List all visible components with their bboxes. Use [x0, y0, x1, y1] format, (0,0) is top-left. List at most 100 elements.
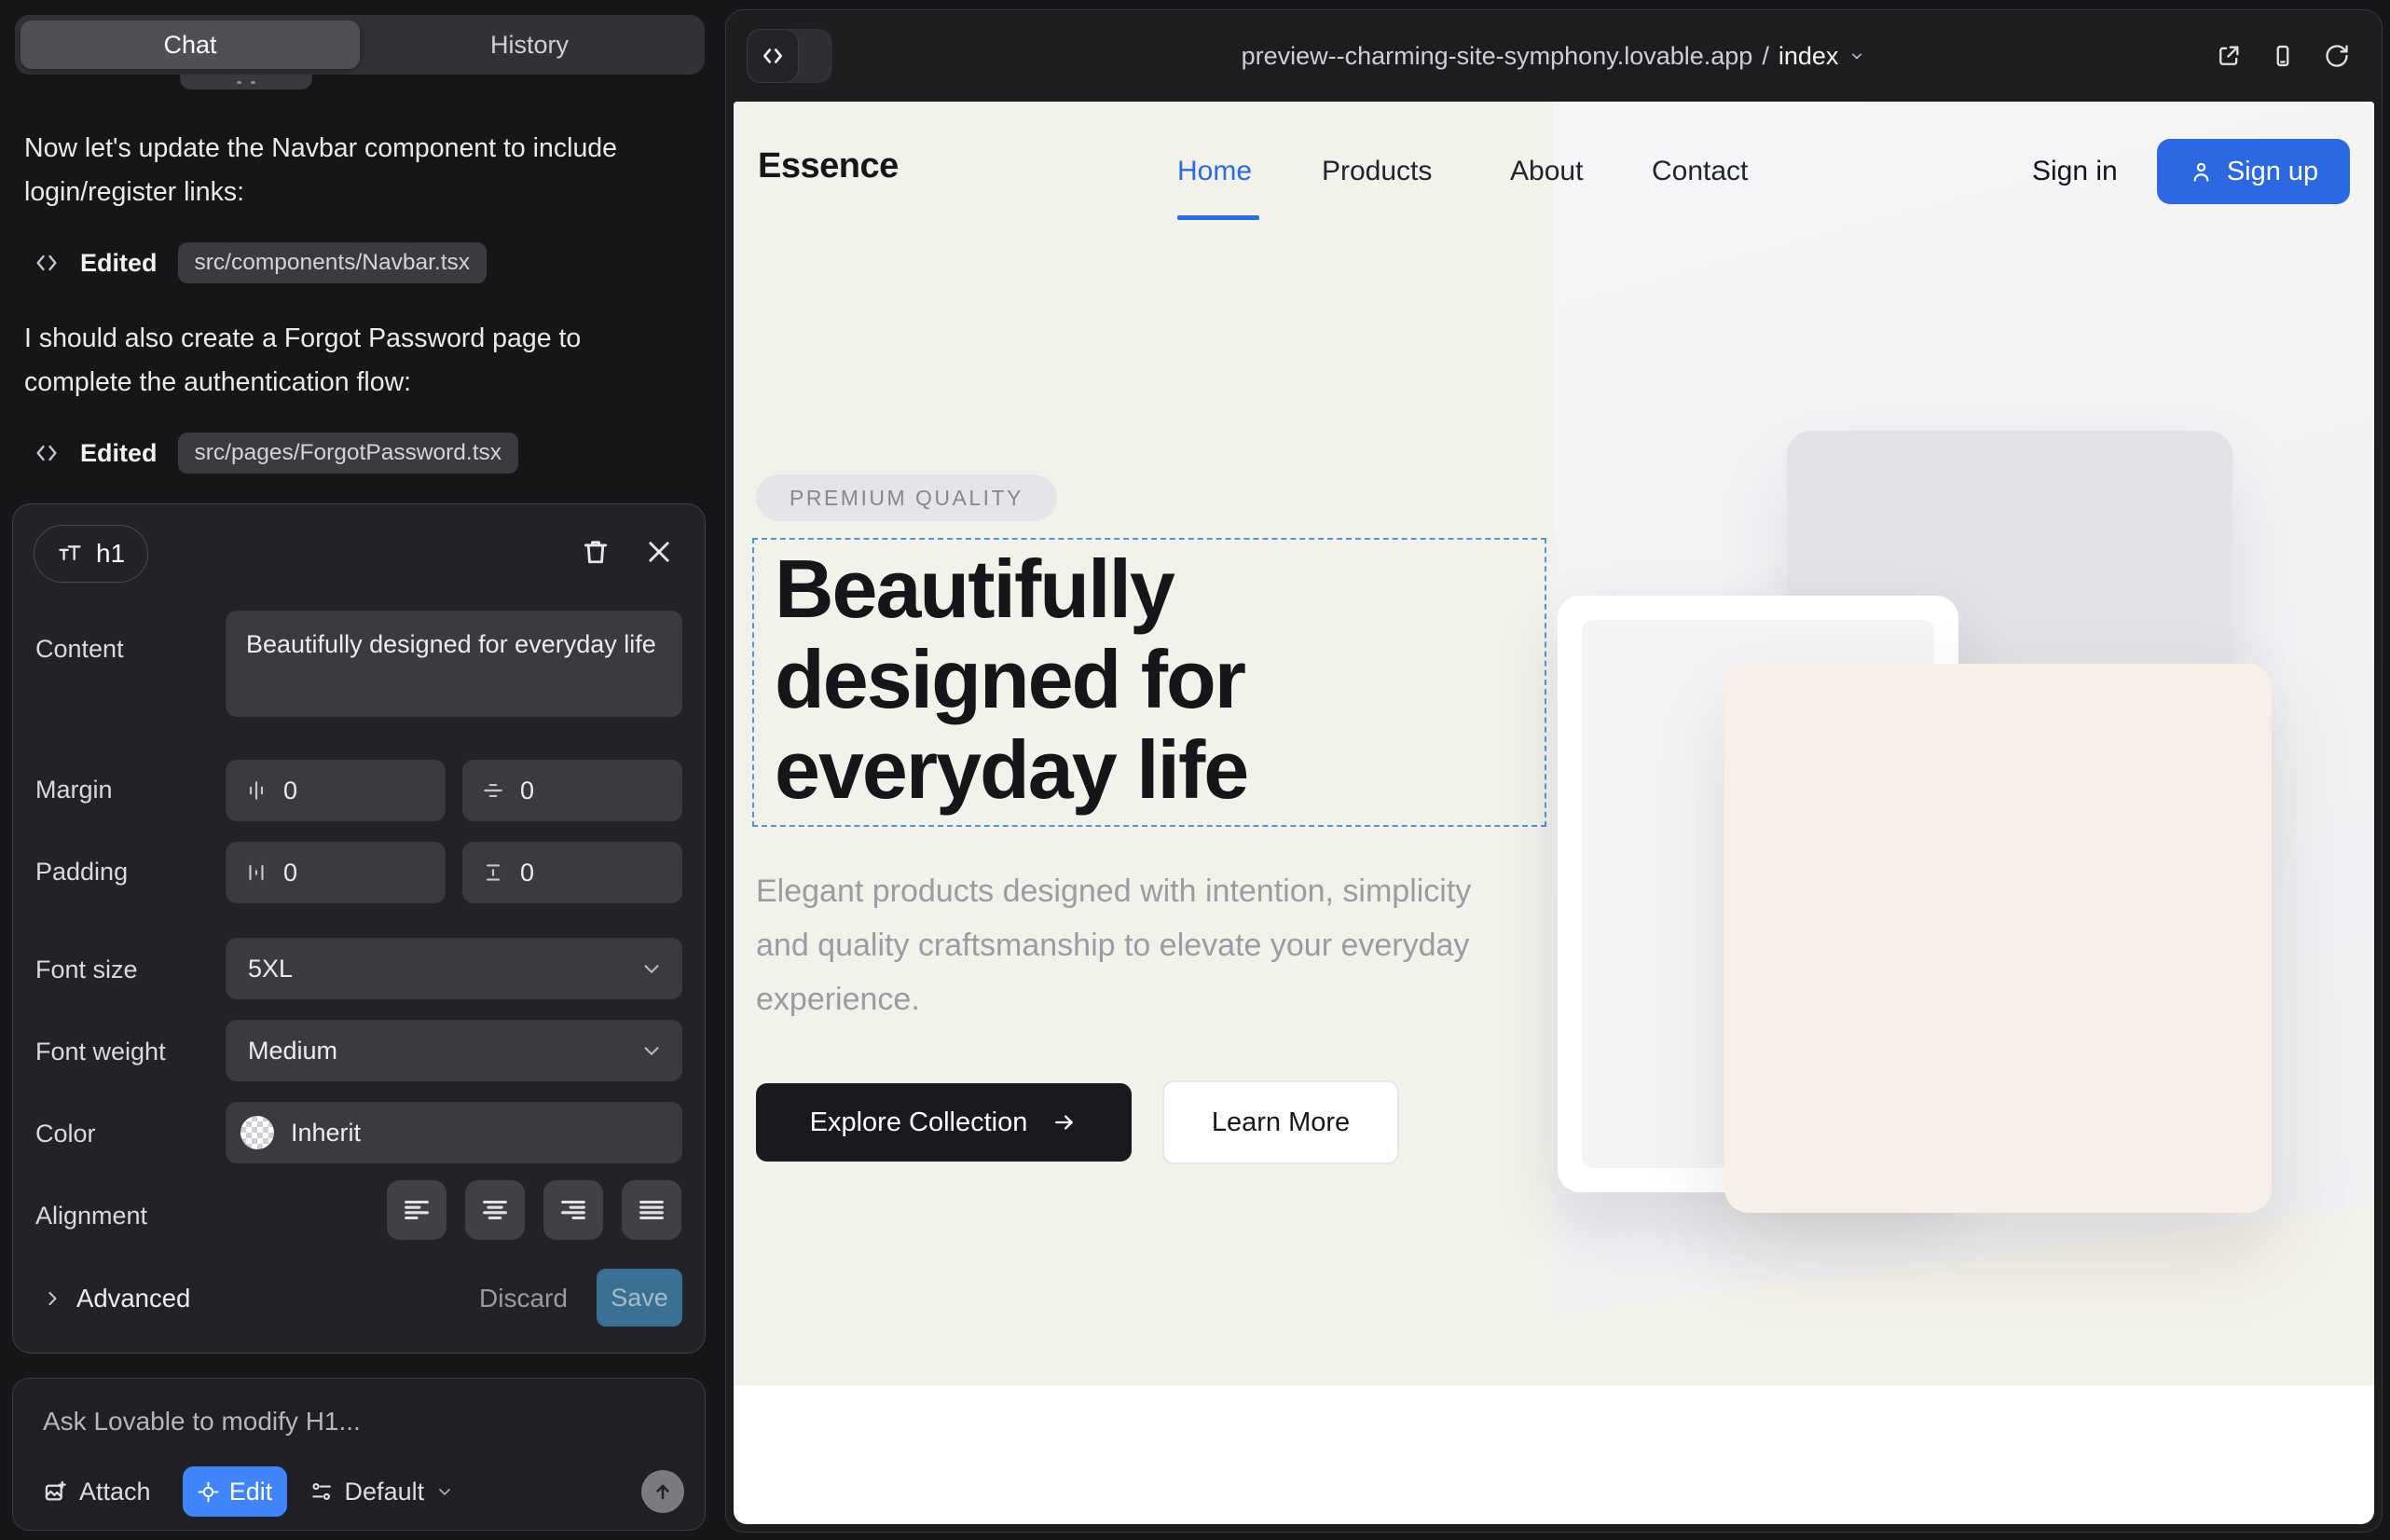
edited-label: Edited: [80, 249, 158, 278]
sign-in-link[interactable]: Sign in: [2032, 156, 2118, 187]
explore-collection-button[interactable]: Explore Collection: [756, 1083, 1132, 1162]
padding-horizontal-icon: [244, 860, 268, 885]
color-select[interactable]: Inherit: [226, 1102, 682, 1163]
align-center-button[interactable]: [465, 1180, 525, 1240]
chat-sidebar: Chat History Now let's update the Navbar…: [0, 0, 725, 1540]
open-external-button[interactable]: [2216, 43, 2242, 69]
chevron-right-icon: [41, 1287, 63, 1310]
font-size-label: Font size: [35, 956, 138, 984]
chat-message: I should also create a Forgot Password p…: [24, 317, 667, 405]
delete-element-button[interactable]: [580, 536, 611, 568]
edited-file-chip[interactable]: src/components/Navbar.tsx: [178, 242, 487, 283]
chevron-down-icon: [1847, 47, 1866, 65]
chat-message: Now let's update the Navbar component to…: [24, 127, 667, 214]
edited-file-chip[interactable]: src/pages/ForgotPassword.tsx: [178, 433, 519, 474]
element-tag-chip[interactable]: h1: [34, 525, 148, 583]
nav-item-contact[interactable]: Contact: [1652, 156, 1748, 187]
save-button[interactable]: Save: [597, 1269, 682, 1327]
margin-horizontal-icon: [244, 778, 268, 803]
close-panel-button[interactable]: [643, 536, 675, 568]
send-button[interactable]: [641, 1470, 684, 1513]
sign-up-label: Sign up: [2227, 157, 2318, 187]
element-tag-label: h1: [96, 539, 125, 569]
send-icon: [652, 1480, 674, 1503]
padding-x-value: 0: [283, 859, 297, 887]
user-icon: [2189, 159, 2214, 185]
preview-frame: preview--charming-site-symphony.lovable.…: [725, 9, 2383, 1533]
attach-label: Attach: [79, 1478, 151, 1506]
edited-file-row: Edited src/components/Navbar.tsx: [34, 241, 487, 285]
prompt-input[interactable]: Ask Lovable to modify H1...: [43, 1407, 361, 1437]
preview-url-bar[interactable]: preview--charming-site-symphony.lovable.…: [726, 10, 2382, 102]
edited-label: Edited: [80, 439, 158, 468]
align-right-button[interactable]: [543, 1180, 603, 1240]
composer-toolbar: Attach Edit Default: [43, 1466, 684, 1517]
margin-y-value: 0: [520, 777, 534, 805]
nav-item-about[interactable]: About: [1510, 156, 1583, 187]
decor-card-cream: [1724, 664, 2272, 1213]
chevron-down-icon: [639, 1038, 664, 1063]
type-icon: [57, 541, 83, 567]
content-input[interactable]: Beautifully designed for everyday life: [226, 611, 682, 717]
content-label: Content: [35, 635, 124, 664]
prompt-composer: Ask Lovable to modify H1... Attach Edit: [12, 1378, 706, 1531]
margin-vertical-icon: [481, 778, 505, 803]
url-domain: preview--charming-site-symphony.lovable.…: [1242, 42, 1753, 71]
color-label: Color: [35, 1120, 96, 1148]
code-icon: [34, 250, 60, 276]
edit-mode-button[interactable]: Edit: [183, 1466, 287, 1517]
padding-x-input[interactable]: 0: [226, 842, 446, 903]
margin-y-input[interactable]: 0: [462, 760, 682, 821]
margin-x-input[interactable]: 0: [226, 760, 446, 821]
site-logo[interactable]: Essence: [758, 146, 899, 186]
premium-badge: PREMIUM QUALITY: [756, 474, 1057, 521]
edited-file-row: Edited src/pages/ForgotPassword.tsx: [34, 431, 518, 475]
align-left-button[interactable]: [387, 1180, 446, 1240]
padding-y-value: 0: [520, 859, 534, 887]
learn-more-button[interactable]: Learn More: [1162, 1080, 1399, 1164]
code-icon: [34, 440, 60, 466]
attach-button[interactable]: Attach: [43, 1478, 151, 1506]
color-swatch: [240, 1116, 274, 1149]
align-justify-button[interactable]: [622, 1180, 681, 1240]
nav-item-products[interactable]: Products: [1322, 156, 1432, 187]
tab-chat[interactable]: Chat: [21, 21, 360, 69]
attach-icon: [43, 1479, 68, 1505]
font-size-value: 5XL: [248, 955, 293, 983]
lovable-app: Chat History Now let's update the Navbar…: [0, 0, 2390, 1540]
font-weight-value: Medium: [248, 1037, 337, 1066]
default-model-button[interactable]: Default: [309, 1478, 455, 1506]
preview-actions: [2216, 10, 2350, 102]
default-label: Default: [345, 1478, 425, 1506]
tab-history[interactable]: History: [360, 21, 699, 69]
font-size-select[interactable]: 5XL: [226, 938, 682, 999]
preview-topbar: preview--charming-site-symphony.lovable.…: [726, 10, 2382, 102]
mobile-view-button[interactable]: [2270, 43, 2296, 69]
chevron-down-icon: [639, 956, 664, 981]
active-nav-underline: [1177, 215, 1259, 220]
font-weight-select[interactable]: Medium: [226, 1020, 682, 1081]
advanced-label: Advanced: [76, 1284, 190, 1313]
color-value: Inherit: [291, 1119, 361, 1148]
edit-label: Edit: [229, 1478, 273, 1506]
padding-y-input[interactable]: 0: [462, 842, 682, 903]
hero-heading[interactable]: Beautifully designed for everyday life: [775, 543, 1520, 815]
sidebar-tabbar: Chat History: [15, 15, 705, 75]
chevron-down-icon: [435, 1482, 454, 1501]
alignment-label: Alignment: [35, 1202, 147, 1231]
url-path[interactable]: index: [1779, 42, 1839, 71]
explore-collection-label: Explore Collection: [810, 1107, 1028, 1138]
site-header: Essence Home Products About Contact Sign…: [734, 102, 2374, 241]
selected-element-outline[interactable]: Beautifully designed for everyday life: [752, 538, 1546, 827]
margin-label: Margin: [35, 776, 113, 804]
advanced-toggle[interactable]: Advanced: [41, 1284, 190, 1313]
nav-item-home[interactable]: Home: [1177, 156, 1252, 187]
site-preview: Essence Home Products About Contact Sign…: [734, 102, 2374, 1524]
padding-vertical-icon: [481, 860, 505, 885]
refresh-button[interactable]: [2324, 43, 2350, 69]
arrow-right-icon: [1051, 1109, 1078, 1135]
sign-up-button[interactable]: Sign up: [2157, 139, 2350, 204]
target-icon: [197, 1480, 220, 1504]
discard-button[interactable]: Discard: [479, 1284, 568, 1313]
sliders-icon: [309, 1479, 334, 1504]
